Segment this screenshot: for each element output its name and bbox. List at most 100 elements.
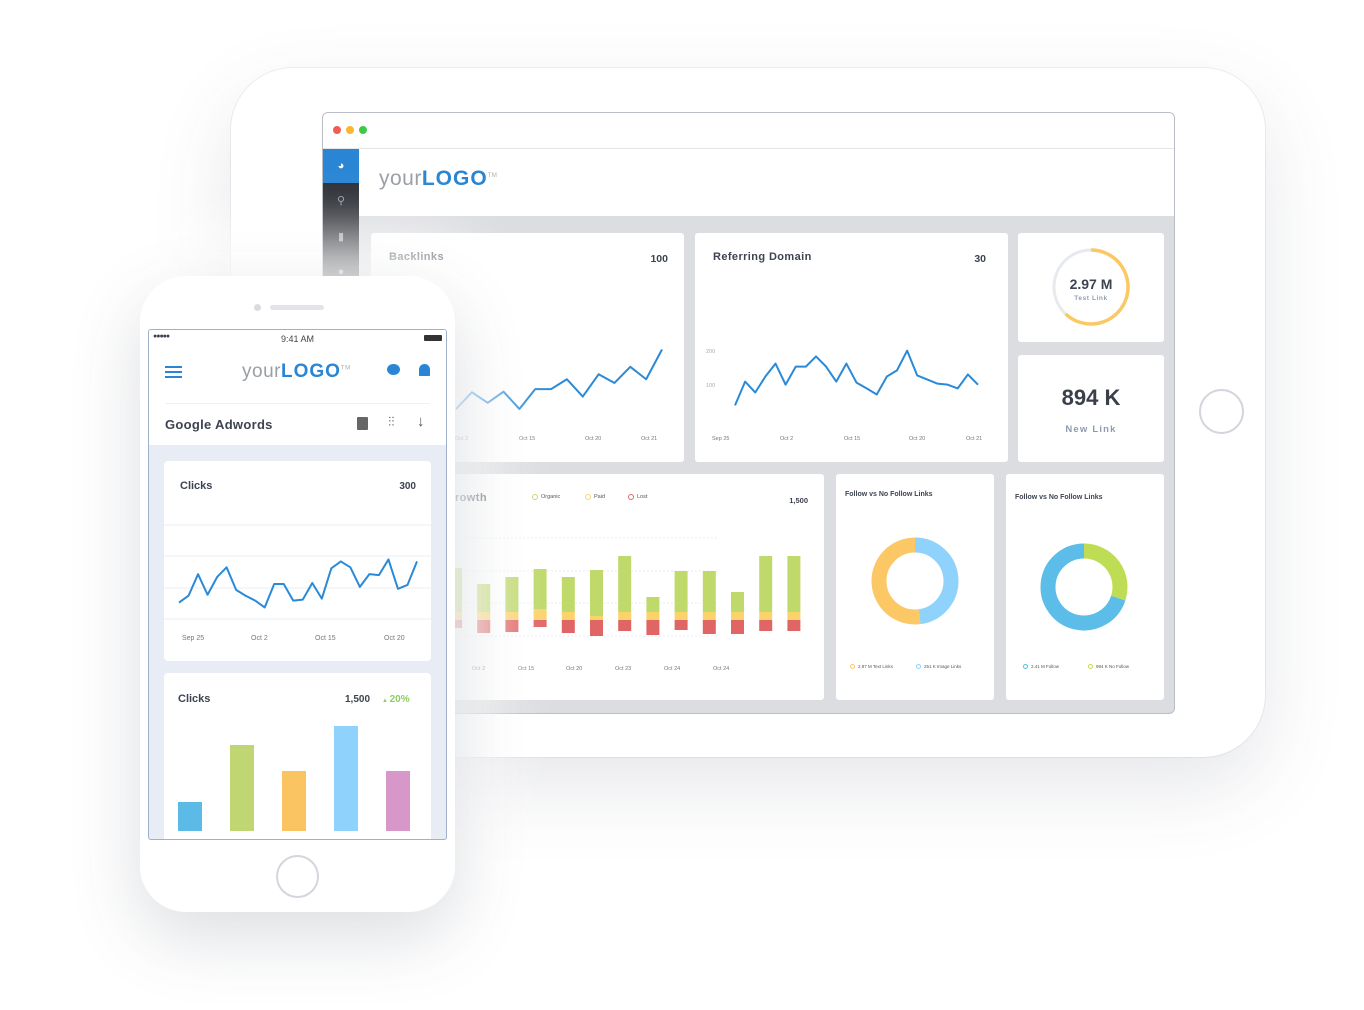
lost-bar <box>787 620 801 631</box>
x-tick: Oct 21 <box>641 436 658 442</box>
phone-logo[interactable]: yourLOGOTM <box>242 361 351 383</box>
dashboard-icon[interactable]: ◕ <box>323 149 359 183</box>
referring-domain-card: Referring Domain 30 200 100 Sep 25 Oct 2… <box>695 233 1008 462</box>
organic-bar <box>618 556 632 612</box>
kpi-test-link-card: 2.97 M Test Link <box>1018 233 1164 342</box>
clicks-bar-card: Clicks 1,500 ▲ 20% <box>164 673 431 839</box>
x-tick: Oct 24 <box>713 666 730 672</box>
donut-slice <box>871 537 921 625</box>
follow-vs-nofollow-card-2: Follow vs No Follow Links 2.41 M Follow … <box>1006 474 1164 700</box>
organic-bar <box>787 556 801 612</box>
clicks-line-chart <box>164 524 431 620</box>
referring-domain-line <box>734 349 979 406</box>
maximize-dot[interactable] <box>359 126 367 134</box>
lost-bar <box>702 620 716 634</box>
organic-bar <box>505 577 519 612</box>
clicks-line <box>178 558 418 609</box>
phone-camera <box>254 304 261 311</box>
paid-bar <box>505 612 519 620</box>
legend-item: 994 K No Follow <box>1088 664 1129 669</box>
legend-item: 251 K Image Links <box>916 664 961 669</box>
x-tick: Oct 20 <box>909 436 926 442</box>
backlinks-line <box>455 349 663 410</box>
bar-chart-icon[interactable]: ▮ <box>323 219 359 253</box>
organic-bar <box>533 569 547 609</box>
logo[interactable]: yourLOGOTM <box>379 167 497 191</box>
bar <box>230 745 254 831</box>
donut-chart <box>1040 543 1128 631</box>
phone-header: ●●●●● 9:41 AM yourLOGOTM Google Adwords … <box>149 330 446 445</box>
filter-sliders-icon[interactable]: ⫶⫶ <box>388 414 395 430</box>
paid-bar <box>618 612 632 620</box>
organic-bar <box>759 556 773 612</box>
lost-bar <box>646 620 660 635</box>
paid-bar <box>477 612 491 620</box>
x-tick: Oct 15 <box>315 635 336 642</box>
paid-bar <box>646 612 660 620</box>
battery-icon <box>424 335 442 341</box>
download-arrow-icon[interactable]: ↓ <box>417 413 425 430</box>
organic-bar <box>477 584 491 612</box>
paid-bar <box>702 612 716 620</box>
hamburger-menu-icon[interactable] <box>165 366 182 378</box>
kpi-value: 2.97 M <box>1069 276 1113 292</box>
bar <box>386 771 410 831</box>
x-tick: Oct 21 <box>966 436 983 442</box>
lost-bar <box>533 620 547 627</box>
paid-bar <box>674 612 688 620</box>
card-title: Follow vs No Follow Links <box>1015 494 1103 501</box>
kpi-value: 894 K <box>1061 385 1121 410</box>
close-dot[interactable] <box>333 126 341 134</box>
x-tick: Oct 24 <box>664 666 681 672</box>
tablet-home-button[interactable] <box>1199 389 1244 434</box>
phone-home-button[interactable] <box>276 855 319 898</box>
bar <box>334 726 358 831</box>
follow-vs-nofollow-card-1: Follow vs No Follow Links 2.97 M Text Li… <box>836 474 994 700</box>
organic-bar <box>561 577 575 612</box>
lost-bar <box>590 620 603 636</box>
lost-bar <box>618 620 632 631</box>
organic-bar <box>702 571 716 612</box>
lost-bar <box>505 620 519 632</box>
x-tick: Oct 20 <box>585 436 602 442</box>
x-tick: Oct 20 <box>566 666 583 672</box>
phone-screen: ●●●●● 9:41 AM yourLOGOTM Google Adwords … <box>148 329 447 840</box>
x-tick: Oct 15 <box>844 436 861 442</box>
x-tick: Oct 2 <box>472 666 486 672</box>
x-tick: Oct 15 <box>518 666 535 672</box>
organic-bar <box>646 597 660 612</box>
chat-icon[interactable] <box>387 364 400 375</box>
x-tick: Oct 2 <box>780 436 794 442</box>
kpi-label: Test Link <box>1074 295 1108 302</box>
paid-bar <box>533 609 547 620</box>
paid-bar <box>731 612 744 620</box>
lost-bar <box>759 620 773 631</box>
referring-domain-line-chart <box>734 349 979 406</box>
bell-icon[interactable] <box>419 364 430 376</box>
donut-chart <box>871 537 959 625</box>
phone-frame: ●●●●● 9:41 AM yourLOGOTM Google Adwords … <box>140 276 455 912</box>
phone-speaker <box>270 305 324 310</box>
x-tick: Oct 2 <box>251 635 268 642</box>
x-tick: Sep 25 <box>712 436 730 442</box>
card-title: Follow vs No Follow Links <box>845 491 933 498</box>
paid-bar <box>787 612 801 620</box>
app-header: yourLOGOTM <box>359 149 1174 216</box>
organic-bar <box>590 570 603 616</box>
paid-bar <box>561 612 575 620</box>
paid-bar <box>590 616 603 620</box>
bar <box>282 771 306 831</box>
report-icon[interactable] <box>357 417 368 430</box>
x-tick: Sep 25 <box>182 635 205 642</box>
donut-slice <box>914 537 959 625</box>
minimize-dot[interactable] <box>346 126 354 134</box>
bar <box>178 802 202 831</box>
divider <box>165 403 430 404</box>
donut-slice <box>1083 543 1128 601</box>
search-icon[interactable]: ⚲ <box>323 183 359 217</box>
paid-bar <box>759 612 773 620</box>
organic-bar <box>674 571 688 612</box>
x-tick: Oct 23 <box>615 666 632 672</box>
kpi-label: New Link <box>1065 424 1117 435</box>
clicks-line-card: Clicks 300 Sep 25 Oct 2 Oct 15 Oct 20 <box>164 461 431 661</box>
